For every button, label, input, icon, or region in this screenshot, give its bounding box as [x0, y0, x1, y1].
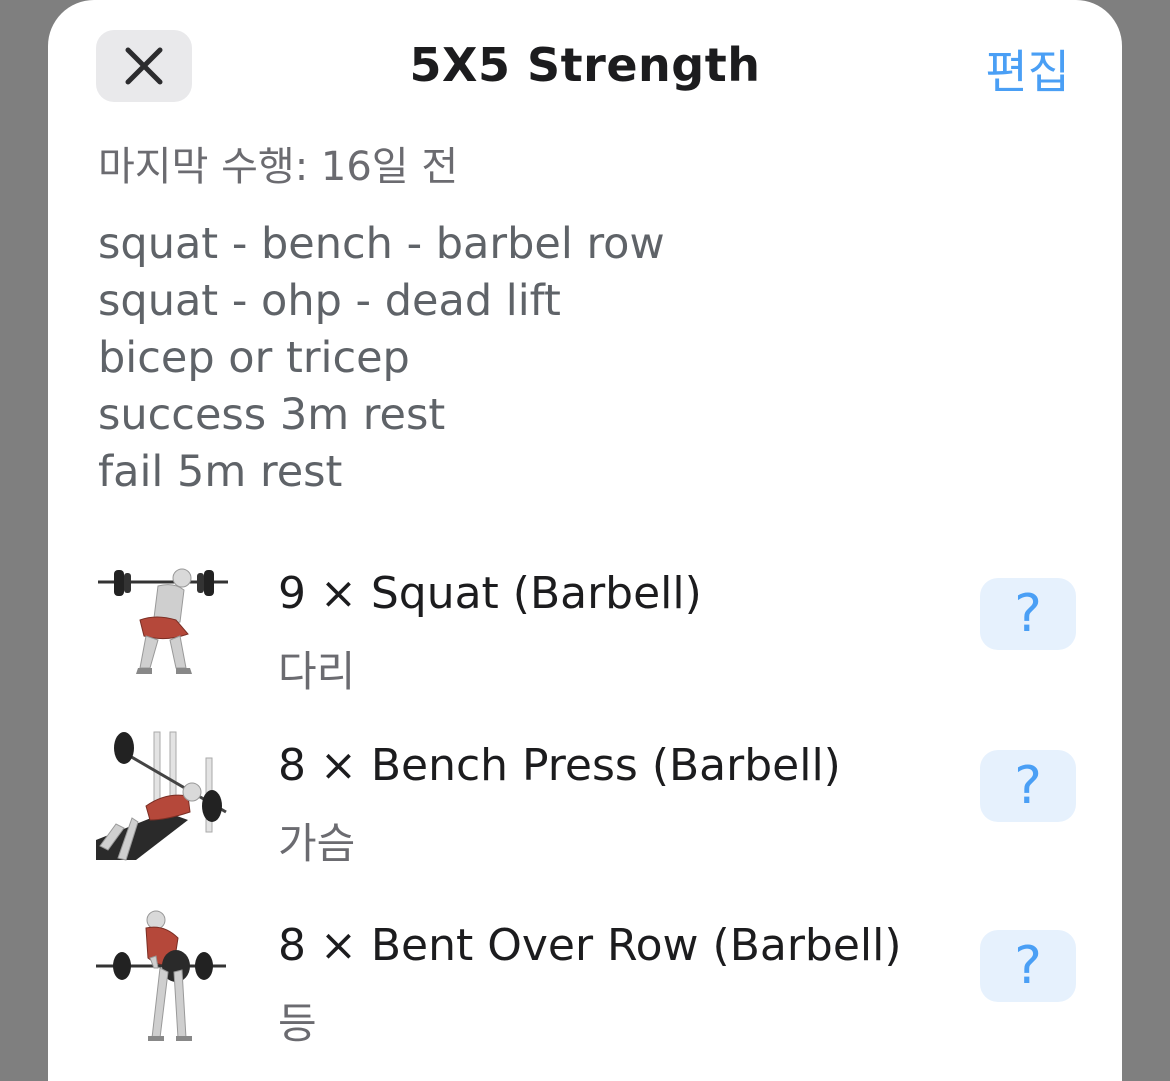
bench-press-illustration [96, 731, 227, 861]
question-icon: ? [1014, 756, 1042, 816]
exercise-name: 8 × Bent Over Row (Barbell) [278, 920, 902, 971]
exercise-category: 가슴 [278, 819, 356, 868]
exercise-row-squat[interactable]: 9 × Squat (Barbell) 다리 ? [96, 556, 1076, 706]
workout-detail-sheet: 5X5 Strength 편집 마지막 수행: 16일 전 squat - be… [48, 0, 1122, 1081]
question-icon: ? [1014, 936, 1042, 996]
question-icon: ? [1014, 584, 1042, 644]
exercise-row-bent-over-row[interactable]: 8 × Bent Over Row (Barbell) 등 ? [96, 908, 1076, 1058]
note-line: fail 5m rest [98, 447, 343, 497]
workout-notes: squat - bench - barbel row squat - ohp -… [98, 216, 665, 501]
bent-over-row-illustration [96, 910, 226, 1041]
help-button[interactable]: ? [980, 750, 1076, 822]
help-button[interactable]: ? [980, 930, 1076, 1002]
note-line: squat - bench - barbel row [98, 219, 665, 269]
note-line: success 3m rest [98, 390, 446, 440]
exercise-category: 다리 [278, 647, 356, 696]
exercise-name: 8 × Bench Press (Barbell) [278, 740, 841, 791]
edit-button[interactable]: 편집 [985, 36, 1070, 102]
page-title: 5X5 Strength [409, 38, 761, 92]
exercise-row-bench-press[interactable]: 8 × Bench Press (Barbell) 가슴 ? [96, 728, 1076, 878]
note-line: bicep or tricep [98, 333, 410, 383]
exercise-category: 등 [278, 999, 317, 1048]
help-button[interactable]: ? [980, 578, 1076, 650]
last-performed-text: 마지막 수행: 16일 전 [98, 144, 459, 190]
note-line: squat - ohp - dead lift [98, 276, 561, 326]
squat-illustration [98, 568, 228, 674]
exercise-name: 9 × Squat (Barbell) [278, 568, 702, 619]
